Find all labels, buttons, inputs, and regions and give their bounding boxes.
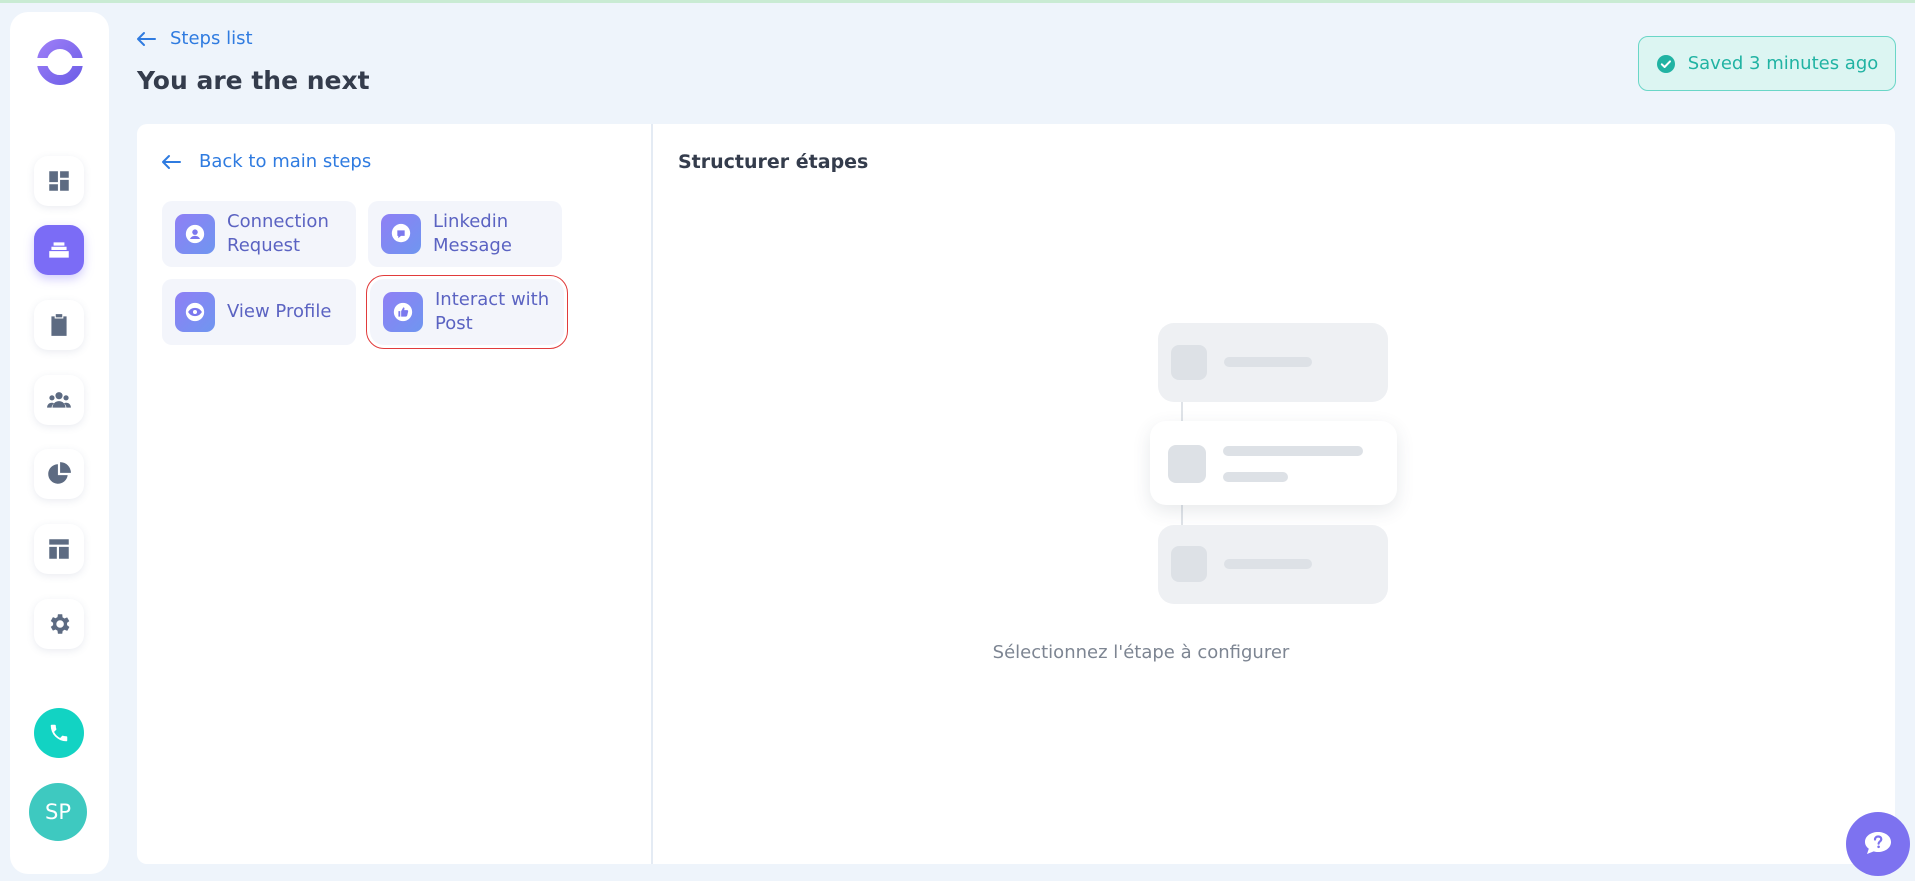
placeholder-card-middle bbox=[1150, 421, 1397, 505]
nav-contacts[interactable] bbox=[34, 375, 84, 425]
app-logo-icon[interactable] bbox=[34, 36, 86, 88]
sidebar: SP bbox=[10, 12, 109, 874]
call-button[interactable] bbox=[34, 708, 84, 758]
nav-templates[interactable] bbox=[34, 524, 84, 574]
breadcrumb-label: Steps list bbox=[170, 28, 253, 49]
step-card-linkedin-message[interactable]: Linkedin Message bbox=[368, 201, 562, 267]
thumbs-up-icon bbox=[383, 292, 423, 332]
step-label: View Profile bbox=[227, 301, 332, 322]
empty-state-text: Sélectionnez l'étape à configurer bbox=[992, 642, 1290, 663]
placeholder-card-top bbox=[1158, 323, 1388, 402]
saved-status-badge: Saved 3 minutes ago bbox=[1638, 36, 1896, 91]
step-card-interact-with-post[interactable]: Interact with Post bbox=[366, 275, 568, 349]
nav-dashboard[interactable] bbox=[34, 156, 84, 206]
campaigns-icon bbox=[49, 242, 69, 258]
top-progress-strip bbox=[0, 0, 1915, 3]
pie-chart-icon bbox=[48, 462, 71, 484]
empty-state-message: Sélectionnez l'étape à configurer bbox=[653, 642, 1895, 663]
breadcrumb-steps-list[interactable]: Steps list bbox=[136, 28, 253, 49]
step-label: Interact with Post bbox=[435, 289, 550, 334]
nav-settings[interactable] bbox=[34, 599, 84, 649]
check-circle-icon bbox=[1656, 54, 1675, 73]
arrow-left-icon bbox=[137, 31, 156, 46]
steps-panel: Back to main steps Connection Request Li… bbox=[137, 124, 651, 864]
placeholder-card-bottom bbox=[1158, 525, 1388, 604]
people-icon bbox=[47, 392, 71, 408]
step-label: Connection Request bbox=[227, 211, 329, 256]
page-title: You are the next bbox=[137, 66, 370, 95]
step-label: Linkedin Message bbox=[433, 211, 512, 256]
clipboard-list-icon bbox=[51, 314, 67, 336]
back-to-main-steps-link[interactable]: Back to main steps bbox=[161, 151, 371, 172]
layout-template-icon bbox=[49, 539, 69, 559]
user-avatar[interactable]: SP bbox=[29, 783, 87, 841]
gear-icon bbox=[50, 614, 70, 634]
person-icon bbox=[175, 214, 215, 254]
back-link-label: Back to main steps bbox=[199, 151, 372, 172]
nav-tasks[interactable] bbox=[34, 300, 84, 350]
chat-question-icon bbox=[1865, 832, 1891, 854]
nav-campaigns[interactable] bbox=[34, 225, 84, 275]
nav-analytics[interactable] bbox=[34, 449, 84, 499]
config-panel-title: Structurer étapes bbox=[678, 151, 869, 173]
step-card-view-profile[interactable]: View Profile bbox=[162, 279, 356, 345]
step-card-connection-request[interactable]: Connection Request bbox=[162, 201, 356, 267]
saved-status-text: Saved 3 minutes ago bbox=[1687, 53, 1879, 74]
phone-icon bbox=[50, 724, 68, 742]
step-config-panel: Structurer étapes Sélectionnez l'étape à… bbox=[653, 124, 1895, 864]
message-icon bbox=[381, 214, 421, 254]
arrow-left-icon bbox=[162, 154, 181, 169]
dashboard-icon bbox=[49, 171, 69, 191]
help-chat-button[interactable] bbox=[1846, 812, 1910, 876]
eye-icon bbox=[175, 292, 215, 332]
